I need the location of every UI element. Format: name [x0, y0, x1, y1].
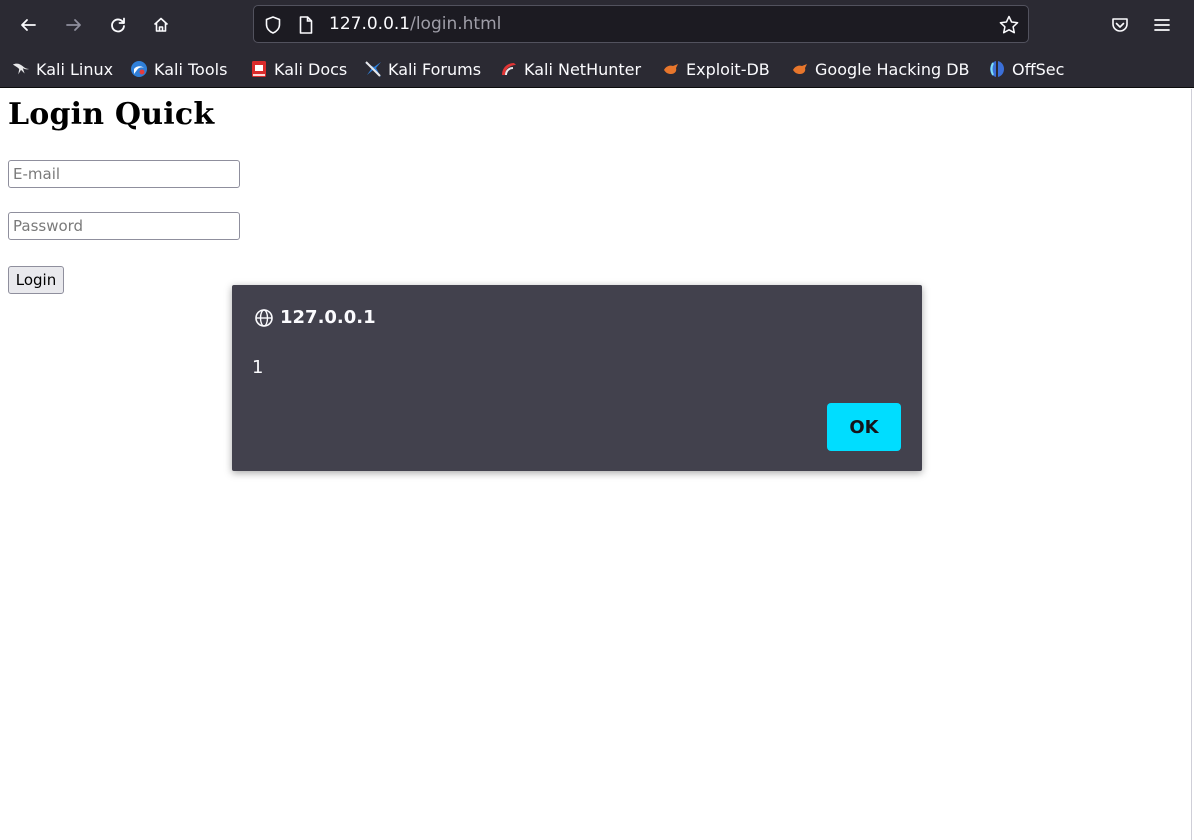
kali-tools-icon: [130, 60, 148, 78]
hamburger-menu-icon: [1153, 16, 1171, 34]
kali-forums-icon: [364, 60, 382, 78]
navigation-toolbar: 127.0.0.1/login.html: [0, 0, 1194, 49]
bookmark-exploit-db[interactable]: Exploit-DB: [662, 58, 770, 80]
url-bar[interactable]: 127.0.0.1/login.html: [253, 5, 1029, 43]
pocket-icon: [1110, 15, 1130, 35]
bookmark-kali-nethunter[interactable]: Kali NetHunter: [500, 58, 641, 80]
kali-docs-icon: [250, 60, 268, 78]
login-button[interactable]: Login: [8, 266, 64, 294]
bookmarks-toolbar: Kali Linux Kali Tools Kali Docs Kali For…: [0, 49, 1194, 88]
bookmark-google-hacking-db[interactable]: Google Hacking DB: [791, 58, 970, 80]
forward-button[interactable]: [59, 10, 89, 40]
bookmark-label: Kali Docs: [274, 59, 348, 79]
home-button[interactable]: [146, 10, 176, 40]
bookmark-label: Kali NetHunter: [524, 59, 642, 79]
globe-icon: [254, 308, 274, 328]
star-icon[interactable]: [998, 14, 1020, 40]
bookmark-kali-tools[interactable]: Kali Tools: [130, 58, 227, 80]
back-button[interactable]: [13, 10, 43, 40]
bookmark-kali-docs[interactable]: Kali Docs: [250, 58, 347, 80]
page-title: Login Quick: [8, 97, 215, 132]
bookmark-kali-forums[interactable]: Kali Forums: [364, 58, 481, 80]
tracking-protection-shield-icon[interactable]: [263, 15, 283, 39]
kali-dragon-icon: [12, 60, 30, 78]
app-menu-button[interactable]: [1147, 10, 1177, 40]
dialog-origin: 127.0.0.1: [254, 307, 376, 328]
password-field[interactable]: [8, 212, 240, 240]
exploit-db-icon: [662, 60, 680, 78]
dialog-origin-text: 127.0.0.1: [280, 307, 376, 328]
offsec-icon: [988, 60, 1006, 78]
bookmark-kali-linux[interactable]: Kali Linux: [12, 58, 113, 80]
bookmark-offsec[interactable]: OffSec: [988, 58, 1064, 80]
url-host: 127.0.0.1: [329, 14, 411, 34]
dialog-message: 1: [252, 357, 264, 378]
browser-window: 127.0.0.1/login.html Kali Linux Kali Too…: [0, 0, 1194, 840]
bookmark-label: Google Hacking DB: [815, 59, 970, 79]
ok-button[interactable]: OK: [827, 403, 901, 451]
ghdb-icon: [791, 60, 809, 78]
bookmark-label: OffSec: [1012, 59, 1065, 79]
email-field[interactable]: [8, 160, 240, 188]
url-text[interactable]: 127.0.0.1/login.html: [329, 14, 501, 34]
nethunter-icon: [500, 60, 518, 78]
bookmark-label: Kali Forums: [388, 59, 482, 79]
bookmark-label: Kali Tools: [154, 59, 228, 79]
alert-dialog: 127.0.0.1 1 OK: [232, 285, 922, 471]
bookmark-label: Exploit-DB: [686, 59, 770, 79]
url-path: /login.html: [410, 14, 502, 34]
bookmark-label: Kali Linux: [36, 59, 114, 79]
pocket-button[interactable]: [1105, 10, 1135, 40]
page-icon[interactable]: [297, 15, 315, 39]
back-arrow-icon: [19, 16, 37, 34]
forward-arrow-icon: [65, 16, 83, 34]
reload-icon: [109, 16, 127, 34]
reload-button[interactable]: [103, 10, 133, 40]
home-icon: [152, 16, 170, 34]
